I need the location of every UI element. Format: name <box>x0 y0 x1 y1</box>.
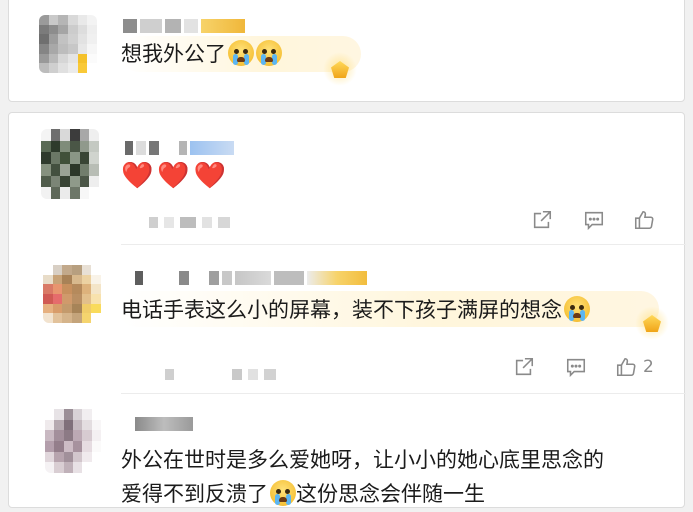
gold-badge-icon <box>635 306 669 340</box>
comment-button[interactable] <box>583 209 605 231</box>
comment-body-part: 这份思念会伴随一生 <box>296 482 485 506</box>
comment-card-1: 想我外公了 <box>8 0 685 102</box>
divider <box>121 393 686 394</box>
comment-button[interactable] <box>565 356 587 378</box>
avatar[interactable] <box>39 15 97 73</box>
comment-text: 想我外公了 <box>121 37 282 71</box>
share-button[interactable] <box>531 209 553 231</box>
crying-face-icon <box>228 40 254 66</box>
avatar[interactable] <box>41 129 99 199</box>
crying-face-icon <box>256 40 282 66</box>
like-button[interactable] <box>633 209 661 231</box>
crying-face-icon <box>270 480 296 506</box>
share-icon <box>515 357 534 376</box>
like-button[interactable]: 2 <box>615 356 654 378</box>
comment-body-line1: 外公在世时是多么爱她呀，让小小的她心底里思念的 <box>121 448 604 472</box>
crying-face-icon <box>564 296 590 322</box>
thumbs-up-icon <box>616 357 636 377</box>
comment-body-part: 爱得不到反溃了 <box>121 482 268 506</box>
avatar[interactable] <box>43 265 101 323</box>
username-blurred[interactable] <box>135 413 193 435</box>
timestamp-blurred <box>165 369 276 380</box>
comment-body: 想我外公了 <box>121 42 226 66</box>
thumbs-up-icon <box>634 210 654 230</box>
comment-body-line2: 爱得不到反溃了 这份思念会伴随一生 <box>121 477 604 511</box>
username-blurred[interactable] <box>135 267 367 289</box>
like-count: 2 <box>643 357 654 377</box>
comment-card-2: ❤️❤️❤️ 电话手表这么小的屏幕，装不下孩子满屏的想念 2 外公在世时是多么爱… <box>8 112 686 511</box>
comment-icon <box>566 358 586 378</box>
username-blurred[interactable] <box>123 15 245 37</box>
divider <box>121 244 686 245</box>
avatar[interactable] <box>45 409 101 473</box>
comment-text: 外公在世时是多么爱她呀，让小小的她心底里思念的 爱得不到反溃了 这份思念会伴随一生 <box>121 443 604 511</box>
comment-body: 电话手表这么小的屏幕，装不下孩子满屏的想念 <box>121 298 562 322</box>
username-blurred[interactable] <box>125 137 234 159</box>
share-button[interactable] <box>513 356 535 378</box>
gold-badge-icon <box>323 52 357 86</box>
timestamp-blurred <box>149 217 230 228</box>
hearts-comment: ❤️❤️❤️ <box>121 161 231 191</box>
comment-icon <box>584 211 604 231</box>
comment-text: 电话手表这么小的屏幕，装不下孩子满屏的想念 <box>121 293 590 327</box>
share-icon <box>533 210 552 229</box>
